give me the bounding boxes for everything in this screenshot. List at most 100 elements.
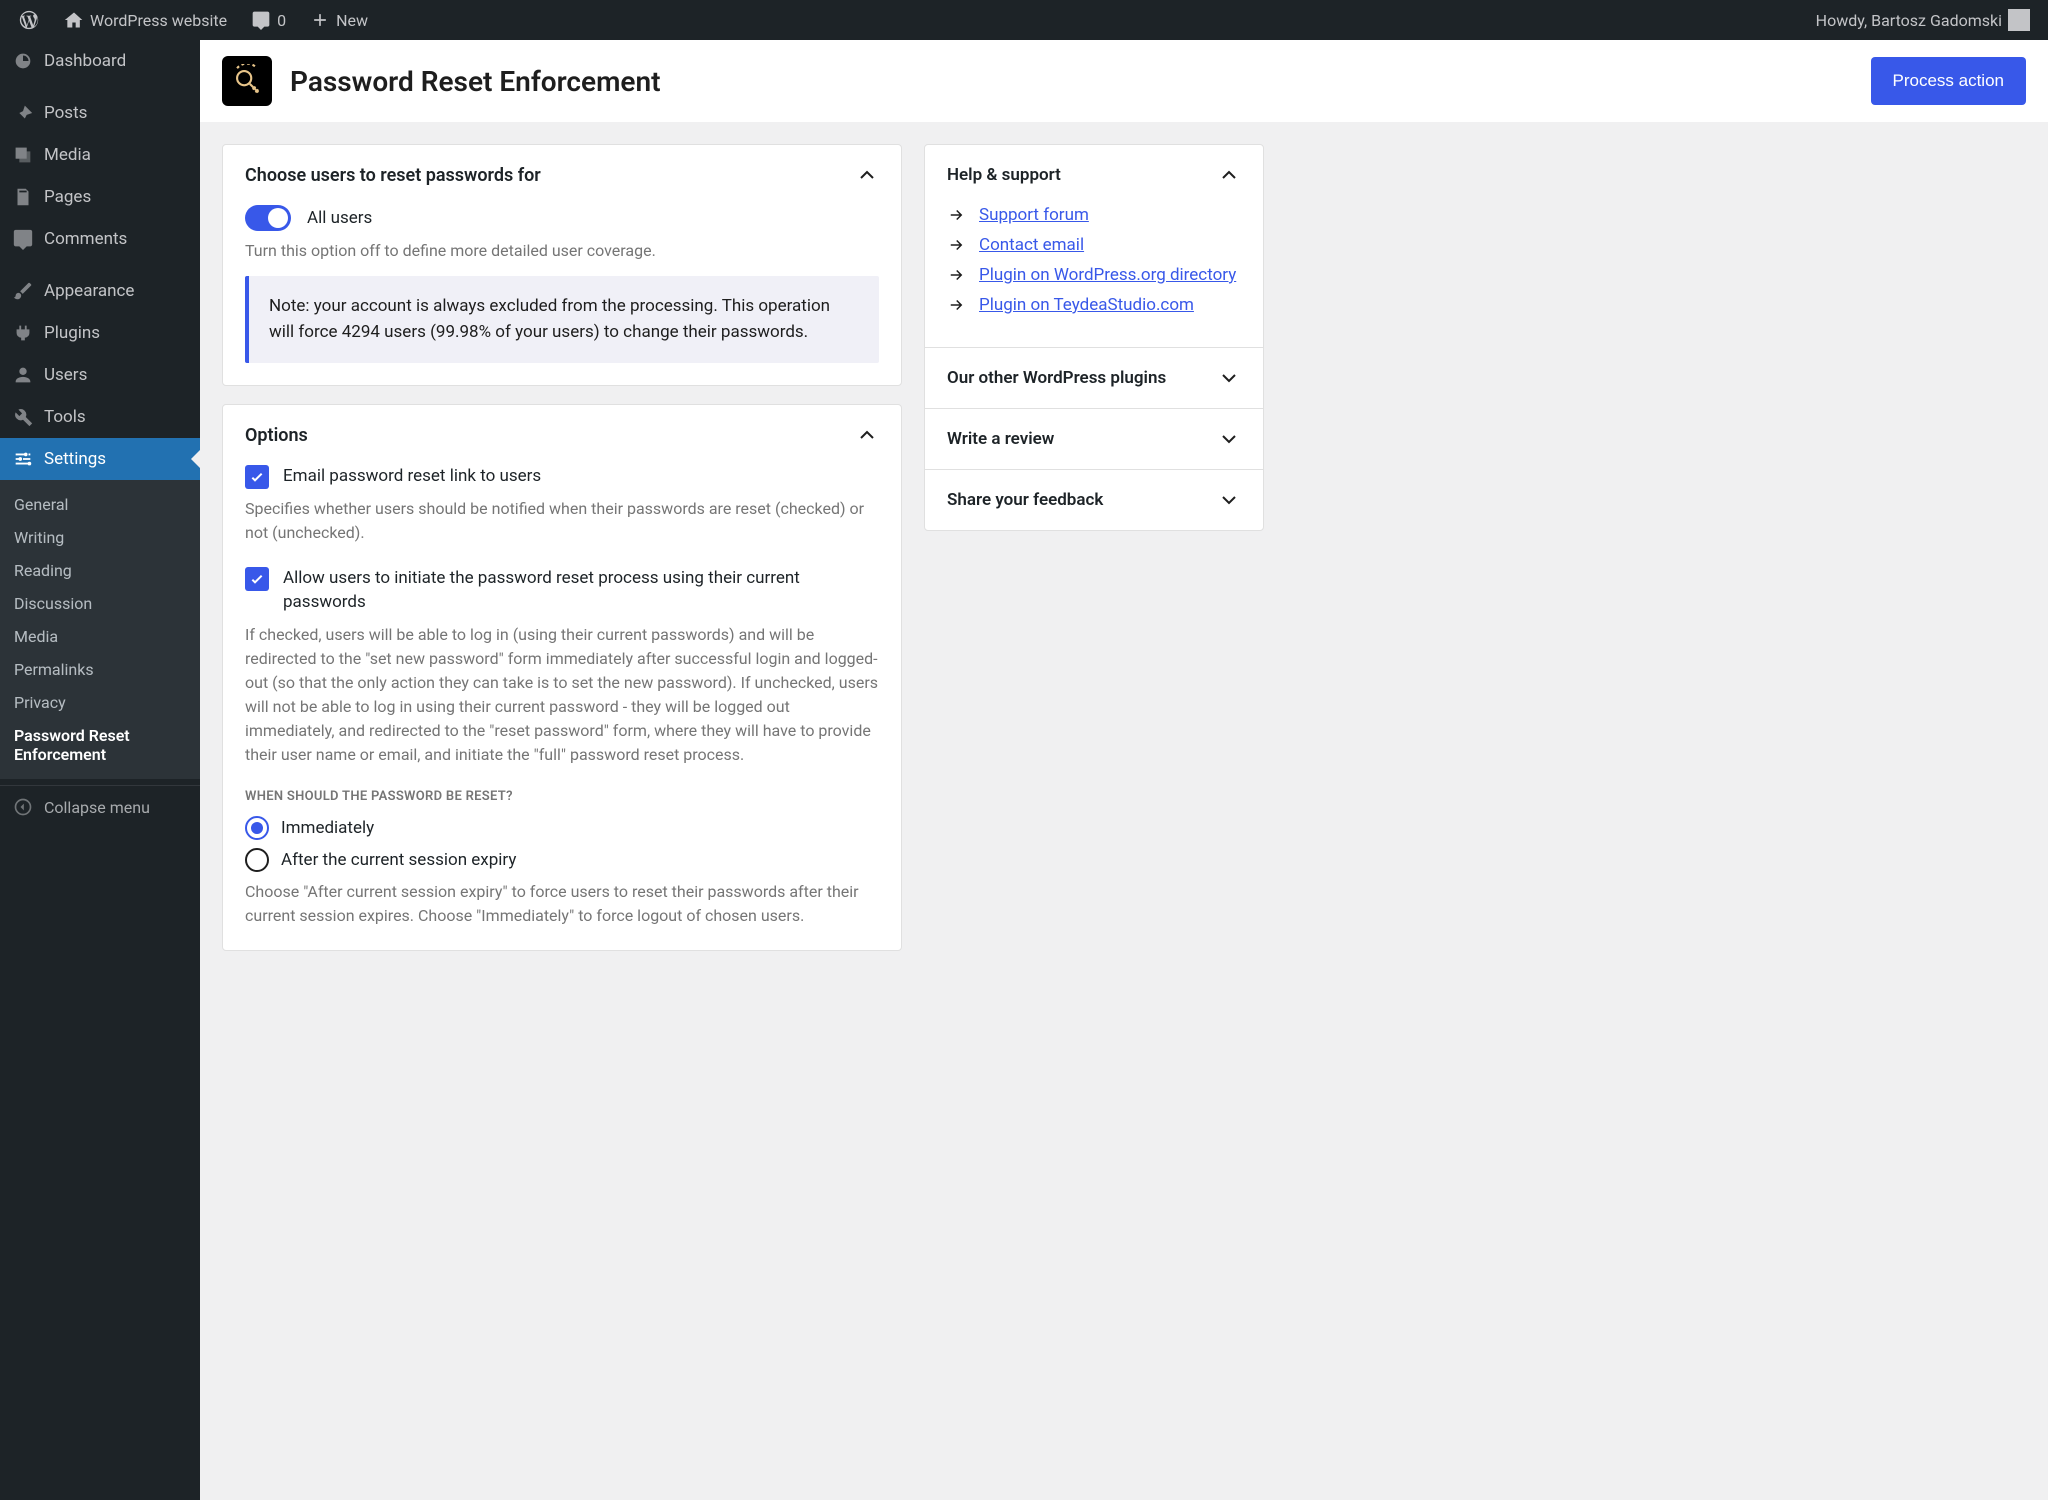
sidebar-item-media[interactable]: Media — [0, 134, 200, 176]
choose-users-panel-header[interactable]: Choose users to reset passwords for — [223, 145, 901, 205]
user-icon — [12, 364, 34, 386]
home-icon — [64, 10, 84, 30]
when-reset-heading: When should the password be reset? — [245, 789, 879, 804]
panel-title: Options — [245, 425, 308, 446]
plus-icon — [310, 10, 330, 30]
share-feedback-header[interactable]: Share your feedback — [925, 469, 1263, 530]
submenu-item-writing[interactable]: Writing — [0, 521, 200, 554]
sidebar-item-comments[interactable]: Comments — [0, 218, 200, 260]
comments-menu[interactable]: 0 — [243, 0, 294, 40]
write-review-header[interactable]: Write a review — [925, 408, 1263, 469]
media-icon — [12, 144, 34, 166]
panel-title: Choose users to reset passwords for — [245, 165, 541, 186]
wrench-icon — [12, 406, 34, 428]
submenu-item-reading[interactable]: Reading — [0, 554, 200, 587]
radio-after-session[interactable]: After the current session expiry — [245, 848, 879, 872]
teydea-link[interactable]: Plugin on TeydeaStudio.com — [979, 295, 1194, 315]
teydea-link-row: Plugin on TeydeaStudio.com — [947, 295, 1241, 315]
contact-email-link-row: Contact email — [947, 235, 1241, 255]
chevron-down-icon — [1217, 427, 1241, 451]
comment-icon — [12, 228, 34, 250]
page-header: Password Reset Enforcement Process actio… — [200, 40, 2048, 122]
sidebar-item-users[interactable]: Users — [0, 354, 200, 396]
sidebar-panels: Help & support Support forum Contact ema… — [924, 144, 1264, 531]
options-panel-header[interactable]: Options — [223, 405, 901, 465]
sidebar-item-plugins[interactable]: Plugins — [0, 312, 200, 354]
panel-title: Our other WordPress plugins — [947, 368, 1166, 388]
pin-icon — [12, 102, 34, 124]
new-content-menu[interactable]: New — [302, 0, 376, 40]
chevron-up-icon — [855, 423, 879, 447]
arrow-right-icon — [947, 266, 965, 284]
sidebar-item-label: Tools — [44, 407, 86, 427]
sidebar-item-label: Posts — [44, 103, 87, 123]
sidebar-item-label: Settings — [44, 449, 106, 469]
radio-after-session-input[interactable] — [245, 848, 269, 872]
submenu-item-password-reset[interactable]: Password Reset Enforcement — [0, 719, 200, 771]
collapse-menu[interactable]: Collapse menu — [0, 785, 200, 828]
chevron-down-icon — [1217, 488, 1241, 512]
admin-topbar: WordPress website 0 New Howdy, Bartosz G… — [0, 0, 2048, 40]
chevron-down-icon — [1217, 366, 1241, 390]
sliders-icon — [12, 448, 34, 470]
sidebar-item-label: Media — [44, 145, 91, 165]
submenu-item-discussion[interactable]: Discussion — [0, 587, 200, 620]
sidebar-item-settings[interactable]: Settings — [0, 438, 200, 480]
site-name-menu[interactable]: WordPress website — [56, 0, 235, 40]
sidebar-item-appearance[interactable]: Appearance — [0, 270, 200, 312]
arrow-right-icon — [947, 296, 965, 314]
chevron-up-icon — [855, 163, 879, 187]
account-menu[interactable]: Howdy, Bartosz Gadomski — [1808, 0, 2038, 40]
collapse-icon — [12, 796, 34, 818]
comment-icon — [251, 10, 271, 30]
submenu-item-permalinks[interactable]: Permalinks — [0, 653, 200, 686]
dashboard-icon — [12, 50, 34, 72]
arrow-right-icon — [947, 206, 965, 224]
allow-current-password-checkbox[interactable] — [245, 567, 269, 591]
submenu-item-general[interactable]: General — [0, 488, 200, 521]
help-support-header[interactable]: Help & support — [925, 145, 1263, 205]
submenu-item-media[interactable]: Media — [0, 620, 200, 653]
collapse-label: Collapse menu — [44, 798, 150, 817]
support-forum-link[interactable]: Support forum — [979, 205, 1089, 225]
avatar — [2008, 9, 2030, 31]
exclusion-notice: Note: your account is always excluded fr… — [245, 276, 879, 363]
sidebar-item-label: Pages — [44, 187, 91, 207]
panel-title: Share your feedback — [947, 490, 1103, 510]
other-plugins-header[interactable]: Our other WordPress plugins — [925, 347, 1263, 408]
process-action-button[interactable]: Process action — [1871, 57, 2027, 105]
plugin-icon — [222, 56, 272, 106]
admin-sidebar: Dashboard Posts Media Pages Comments App… — [0, 40, 200, 1500]
options-panel: Options Email password reset link to use… — [222, 404, 902, 951]
radio-immediately-input[interactable] — [245, 816, 269, 840]
allow-current-password-desc: If checked, users will be able to log in… — [245, 623, 879, 767]
arrow-right-icon — [947, 236, 965, 254]
wordpress-logo-icon — [18, 9, 40, 31]
email-reset-link-label: Email password reset link to users — [283, 465, 541, 489]
submenu-item-privacy[interactable]: Privacy — [0, 686, 200, 719]
sidebar-item-label: Plugins — [44, 323, 100, 343]
email-reset-link-checkbox[interactable] — [245, 465, 269, 489]
brush-icon — [12, 280, 34, 302]
radio-after-session-label: After the current session expiry — [281, 850, 516, 870]
panel-title: Help & support — [947, 165, 1061, 185]
radio-immediately[interactable]: Immediately — [245, 816, 879, 840]
support-forum-link-row: Support forum — [947, 205, 1241, 225]
site-name-label: WordPress website — [90, 11, 227, 30]
all-users-toggle[interactable] — [245, 205, 291, 231]
all-users-help: Turn this option off to define more deta… — [245, 241, 879, 260]
sidebar-item-posts[interactable]: Posts — [0, 92, 200, 134]
wporg-link-row: Plugin on WordPress.org directory — [947, 265, 1241, 285]
sidebar-item-label: Comments — [44, 229, 127, 249]
page-title: Password Reset Enforcement — [290, 65, 661, 98]
sidebar-item-label: Dashboard — [44, 51, 126, 71]
contact-email-link[interactable]: Contact email — [979, 235, 1084, 255]
greeting-label: Howdy, Bartosz Gadomski — [1816, 11, 2002, 30]
email-reset-link-desc: Specifies whether users should be notifi… — [245, 497, 879, 545]
all-users-label: All users — [307, 208, 372, 228]
wporg-directory-link[interactable]: Plugin on WordPress.org directory — [979, 265, 1236, 285]
wp-logo-menu[interactable] — [10, 0, 48, 40]
sidebar-item-tools[interactable]: Tools — [0, 396, 200, 438]
sidebar-item-dashboard[interactable]: Dashboard — [0, 40, 200, 82]
sidebar-item-pages[interactable]: Pages — [0, 176, 200, 218]
